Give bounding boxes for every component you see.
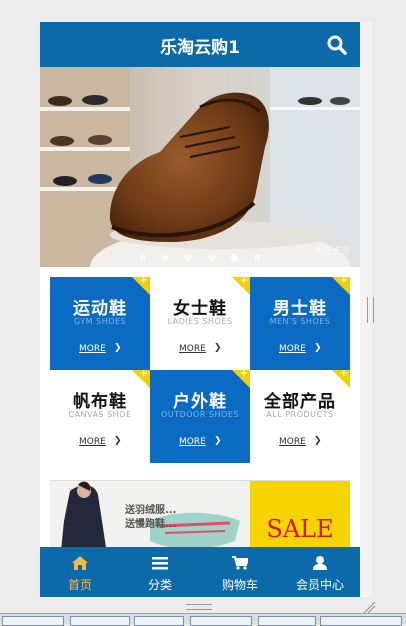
chevron-right-icon: ❯ — [214, 436, 222, 446]
mobile-frame: 乐淘云购1 大众点评 + 运动鞋 GYM SHOES MORE ❯ + 女士鞋 … — [40, 22, 360, 597]
taskbar-item[interactable] — [190, 616, 252, 626]
bottom-tab-bar: 首页 分类 购物车 会员中心 — [40, 547, 360, 597]
tab-home[interactable]: 首页 — [40, 547, 120, 597]
home-icon — [72, 556, 88, 570]
vertical-resize-handle[interactable] — [367, 297, 374, 323]
category-subtitle: OUTDOOR SHOES — [161, 410, 239, 419]
category-title: 帆布鞋 — [73, 392, 127, 412]
taskbar-item[interactable] — [70, 616, 130, 626]
category-tile-all-products[interactable]: + 全部产品 ALL PRODUCTS MORE ❯ — [250, 370, 350, 463]
category-subtitle: MEN'S SHOES — [269, 317, 331, 326]
category-tile-canvas-shoe[interactable]: + 帆布鞋 CANVAS SHOE MORE ❯ — [50, 370, 150, 463]
tab-label: 购物车 — [221, 578, 258, 592]
list-icon — [152, 557, 168, 570]
carousel-indicators — [40, 246, 360, 261]
os-taskbar — [0, 613, 406, 626]
plus-icon: + — [339, 277, 348, 286]
carousel-dot-active[interactable] — [231, 254, 238, 261]
category-title: 户外鞋 — [173, 392, 227, 412]
chevron-right-icon: ❯ — [114, 436, 122, 446]
tab-member-center[interactable]: 会员中心 — [280, 547, 360, 597]
plus-icon: + — [339, 370, 348, 379]
category-tile-ladies-shoes[interactable]: + 女士鞋 LADIES SHOES MORE ❯ — [150, 277, 250, 370]
cart-icon — [232, 556, 248, 570]
tab-cart[interactable]: 购物车 — [200, 547, 280, 597]
tab-categories[interactable]: 分类 — [120, 547, 200, 597]
category-subtitle: LADIES SHOES — [167, 317, 233, 326]
plus-icon: + — [139, 277, 148, 286]
taskbar-item[interactable] — [134, 616, 184, 626]
banner-carousel[interactable]: 大众点评 — [40, 67, 360, 267]
more-link[interactable]: MORE — [79, 344, 106, 354]
category-title: 运动鞋 — [73, 299, 127, 319]
category-title: 全部产品 — [264, 392, 336, 412]
chevron-right-icon: ❯ — [214, 343, 222, 353]
category-tile-gym-shoes[interactable]: + 运动鞋 GYM SHOES MORE ❯ — [50, 277, 150, 370]
category-tile-mens-shoes[interactable]: + 男士鞋 MEN'S SHOES MORE ❯ — [250, 277, 350, 370]
category-subtitle: GYM SHOES — [73, 317, 127, 326]
more-link[interactable]: MORE — [179, 344, 206, 354]
category-tile-outdoor-shoes[interactable]: + 户外鞋 OUTDOOR SHOES MORE ❯ — [150, 370, 250, 463]
taskbar-item[interactable] — [2, 616, 64, 626]
taskbar-item[interactable] — [320, 616, 402, 626]
tab-label: 会员中心 — [295, 578, 344, 592]
more-link[interactable]: MORE — [279, 344, 306, 354]
promo-line-1: 送羽绒服... — [125, 505, 177, 516]
resize-grip-icon[interactable] — [362, 600, 376, 614]
carousel-dot[interactable] — [208, 254, 215, 261]
banner-image — [40, 67, 360, 267]
horizontal-resize-handle[interactable] — [186, 604, 212, 610]
category-subtitle: ALL PRODUCTS — [266, 410, 334, 419]
watermark-logo: 大众点评 — [313, 247, 350, 257]
more-link[interactable]: MORE — [279, 437, 306, 447]
carousel-dot[interactable] — [139, 254, 146, 261]
plus-icon: + — [239, 370, 248, 379]
carousel-dot[interactable] — [185, 254, 192, 261]
category-title: 男士鞋 — [273, 299, 327, 319]
taskbar-item[interactable] — [258, 616, 316, 626]
tab-label: 首页 — [67, 578, 92, 592]
category-grid: + 运动鞋 GYM SHOES MORE ❯ + 女士鞋 LADIES SHOE… — [50, 277, 350, 463]
category-subtitle: CANVAS SHOE — [68, 410, 132, 419]
more-link[interactable]: MORE — [179, 437, 206, 447]
app-header: 乐淘云购1 — [40, 22, 360, 67]
search-icon[interactable] — [326, 34, 348, 56]
chevron-right-icon: ❯ — [314, 343, 322, 353]
category-title: 女士鞋 — [173, 299, 227, 319]
carousel-dot[interactable] — [254, 254, 261, 261]
carousel-dot[interactable] — [162, 254, 169, 261]
plus-icon: + — [139, 370, 148, 379]
promo-line-2: 送慢跑鞋... — [125, 519, 177, 530]
plus-icon: + — [239, 277, 248, 286]
chevron-right-icon: ❯ — [314, 436, 322, 446]
tab-label: 分类 — [147, 578, 172, 592]
page-title: 乐淘云购1 — [160, 38, 240, 58]
more-link[interactable]: MORE — [79, 437, 106, 447]
chevron-right-icon: ❯ — [114, 343, 122, 353]
user-icon — [313, 556, 327, 570]
